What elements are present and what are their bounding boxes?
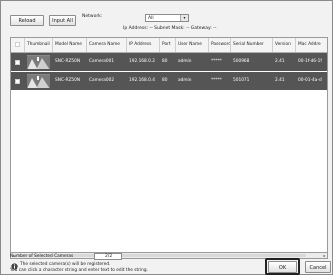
camera-name-cell[interactable]: Camera001	[87, 53, 127, 71]
column-header[interactable]: Serial Number	[231, 38, 273, 52]
chevron-down-icon: ▾	[180, 15, 188, 21]
camera-name-cell[interactable]: Camera002	[87, 72, 127, 90]
table-header: Thumbnail Model Name Camera Name IP Addr…	[11, 38, 327, 53]
column-header[interactable]: User Name	[176, 38, 209, 52]
ip-address-cell[interactable]: 192.168.0.4	[127, 72, 160, 90]
serial-number-cell[interactable]: 501071	[231, 72, 273, 90]
reload-button[interactable]: Reload	[10, 15, 44, 26]
network-select[interactable]: All ▾	[145, 14, 189, 22]
column-header[interactable]: Port	[160, 38, 176, 52]
column-header[interactable]: Mac Addre	[296, 38, 327, 52]
column-header[interactable]: Version	[273, 38, 296, 52]
column-header[interactable]: Password	[209, 38, 231, 52]
selected-cameras-label: Number of Selected Cameras	[10, 254, 74, 259]
info-text-line1: The selected camera(s) will be registere…	[20, 262, 111, 267]
column-header[interactable]: Model Name	[53, 38, 87, 52]
mac-address-cell[interactable]: 00-1f-d6-1f	[296, 53, 327, 71]
selected-cameras-count: 2/2	[94, 253, 122, 260]
camera-table: Thumbnail Model Name Camera Name IP Addr…	[10, 37, 328, 253]
ok-button[interactable]: OK	[268, 261, 297, 273]
camera-search-dialog: Reload Input All Network: All ▾ Ip Addre…	[0, 0, 333, 275]
info-text-line2: You can click a character string and ent…	[10, 268, 149, 273]
select-all-checkbox-header[interactable]	[11, 38, 25, 52]
column-header[interactable]: Camera Name	[87, 38, 127, 52]
input-all-button[interactable]: Input All	[49, 15, 76, 26]
network-label: Network:	[82, 14, 103, 19]
mac-address-cell[interactable]: 00-01-4a-d	[296, 72, 327, 90]
serial-number-cell[interactable]: 500968	[231, 53, 273, 71]
model-name-cell[interactable]: SNC-RZ50N	[53, 53, 87, 71]
column-header[interactable]: IP Address	[127, 38, 160, 52]
password-cell[interactable]: *****	[209, 72, 231, 90]
thumbnail-image	[27, 56, 50, 69]
ip-info-text: Ip Address: -- Subnet Mask: -- Gateway: …	[123, 26, 217, 31]
ip-address-cell[interactable]: 192.168.0.2	[127, 53, 160, 71]
column-header[interactable]: Thumbnail	[25, 38, 53, 52]
table-row[interactable]: SNC-RZ50N Camera002 192.168.0.4 80 admin…	[11, 72, 327, 90]
select-all-checkbox[interactable]	[15, 42, 20, 47]
version-cell[interactable]: 2.41	[273, 53, 296, 71]
version-cell[interactable]: 2.41	[273, 72, 296, 90]
port-cell[interactable]: 80	[160, 53, 176, 71]
row-checkbox[interactable]	[15, 60, 20, 65]
model-name-cell[interactable]: SNC-RZ50N	[53, 72, 87, 90]
thumbnail-image	[27, 75, 50, 88]
cancel-button[interactable]: Cancel	[305, 261, 331, 273]
port-cell[interactable]: 80	[160, 72, 176, 90]
camera-thumbnail	[27, 55, 50, 69]
password-cell[interactable]: *****	[209, 53, 231, 71]
scroll-right-icon[interactable]: ▸	[322, 253, 327, 258]
row-checkbox[interactable]	[15, 79, 20, 84]
user-name-cell[interactable]: admin	[176, 72, 209, 90]
table-row[interactable]: SNC-RZ50N Camera001 192.168.0.2 80 admin…	[11, 53, 327, 71]
camera-thumbnail	[27, 74, 50, 88]
network-select-value: All	[148, 16, 154, 21]
user-name-cell[interactable]: admin	[176, 53, 209, 71]
